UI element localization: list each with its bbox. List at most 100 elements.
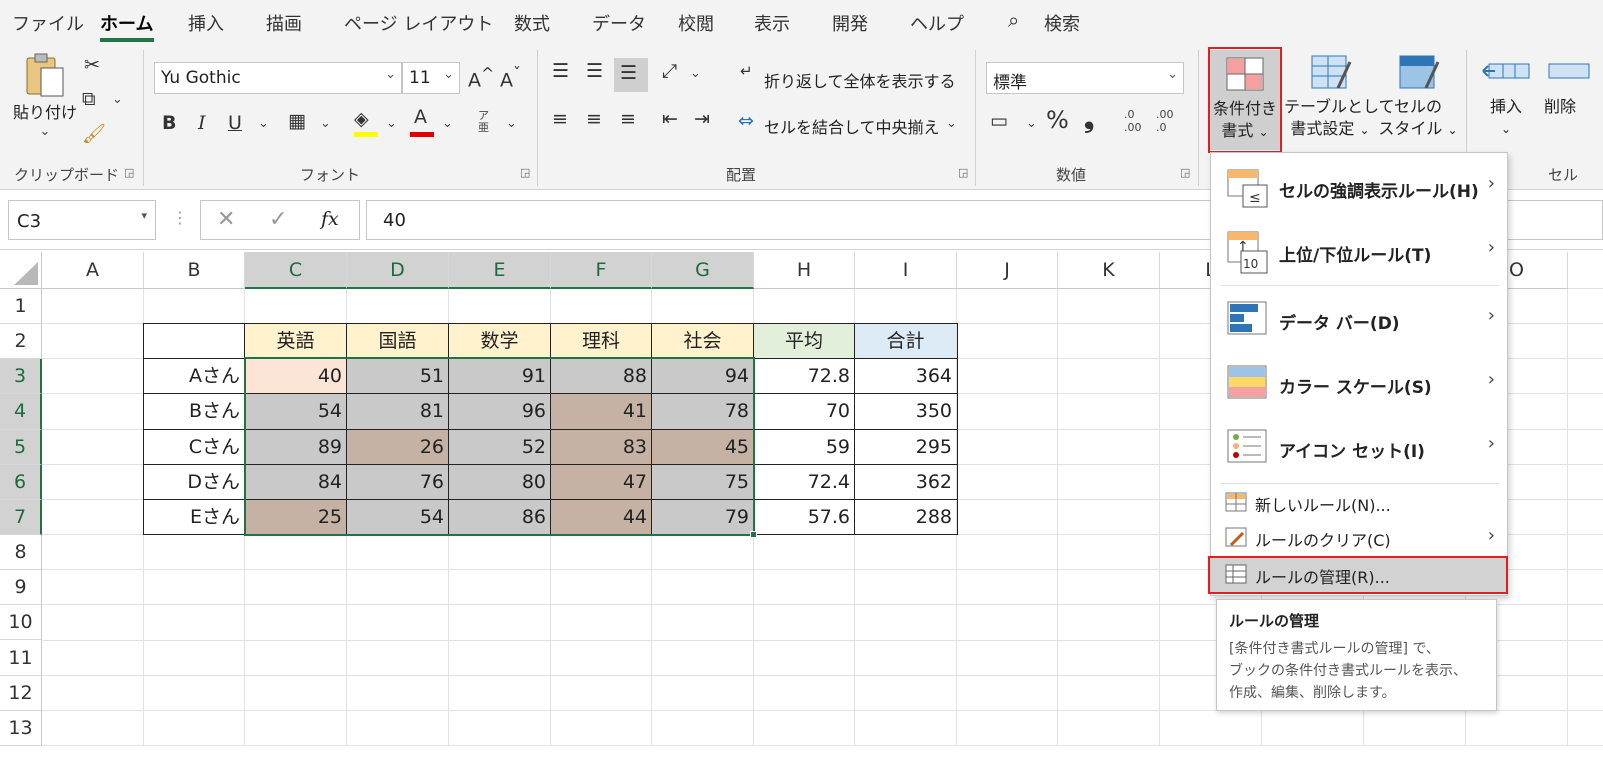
column-header-f[interactable]: F xyxy=(551,252,652,289)
underline-button[interactable]: U xyxy=(228,112,242,134)
chevron-down-icon[interactable]: ⌄ xyxy=(112,92,123,107)
insert-function-icon[interactable]: fx xyxy=(321,208,339,230)
score-cell[interactable]: 80 xyxy=(449,464,550,499)
menu-item-top-bottom[interactable]: 10 ↑ 上位/下位ルール(T) › xyxy=(1211,221,1507,283)
font-color-icon[interactable]: A xyxy=(414,106,427,128)
wrap-text-button[interactable]: 折り返して全体を表示する xyxy=(764,68,956,92)
table-header-cell[interactable]: 社会 xyxy=(652,324,753,359)
average-cell[interactable]: 59 xyxy=(754,430,854,464)
row-name-cell[interactable]: Eさん xyxy=(144,500,244,534)
decrease-indent-icon[interactable]: ⇤ xyxy=(662,108,678,130)
orientation-icon[interactable]: ⤢ xyxy=(662,60,677,82)
score-cell[interactable]: 44 xyxy=(551,499,651,535)
tab-data[interactable]: データ xyxy=(592,10,646,36)
column-header-i[interactable]: I xyxy=(855,252,957,289)
align-left-icon[interactable]: ≡ xyxy=(552,108,568,130)
tab-review[interactable]: 校閲 xyxy=(678,10,714,36)
score-cell[interactable]: 45 xyxy=(652,429,753,464)
align-bottom-button[interactable]: ☰ xyxy=(614,58,648,92)
tab-view[interactable]: 表示 xyxy=(754,10,790,36)
row-header-2[interactable]: 2 xyxy=(0,324,42,360)
select-all-button[interactable] xyxy=(0,252,42,289)
chevron-down-icon[interactable]: ⌄ xyxy=(1026,116,1037,131)
column-header-b[interactable]: B xyxy=(144,252,245,289)
fill-color-icon[interactable]: ◈ xyxy=(354,108,369,130)
dialog-launcher-icon[interactable]: ◲ xyxy=(1180,166,1190,179)
copy-icon[interactable]: ⧉ xyxy=(82,88,96,110)
italic-button[interactable]: I xyxy=(198,112,206,134)
align-middle-icon[interactable]: ☰ xyxy=(586,60,603,82)
decrease-decimal-button[interactable]: .00 .0 xyxy=(1156,108,1174,134)
column-header-k[interactable]: K xyxy=(1058,252,1160,289)
row-header-9[interactable]: 9 xyxy=(0,570,42,606)
table-header-cell[interactable]: 合計 xyxy=(855,324,956,359)
phonetic-button[interactable]: ア亜 xyxy=(478,110,492,134)
dialog-launcher-icon[interactable]: ◲ xyxy=(958,166,968,179)
menu-item-color-scales[interactable]: カラー スケール(S) › xyxy=(1211,353,1507,415)
delete-cells-button[interactable]: 削除 xyxy=(1540,54,1600,118)
insert-cells-button[interactable]: 挿入 ⌄ xyxy=(1478,54,1534,140)
score-cell[interactable]: 75 xyxy=(652,464,753,499)
column-header-c[interactable]: C xyxy=(245,252,347,289)
table-header-cell[interactable]: 数学 xyxy=(449,324,550,359)
cancel-icon[interactable]: ✕ xyxy=(217,207,235,232)
table-header-cell[interactable]: 国語 xyxy=(347,324,448,359)
dialog-launcher-icon[interactable]: ◲ xyxy=(124,166,134,179)
column-header-g[interactable]: G xyxy=(652,252,754,289)
tab-developer[interactable]: 開発 xyxy=(832,10,868,36)
format-painter-icon[interactable]: 🖌 xyxy=(82,122,106,145)
row-header-5[interactable]: 5 xyxy=(0,429,42,465)
row-header-11[interactable]: 11 xyxy=(0,640,42,676)
search-icon[interactable]: ⌕ xyxy=(1008,8,1019,32)
table-header-cell[interactable]: 平均 xyxy=(754,324,854,359)
fill-handle[interactable] xyxy=(750,531,757,539)
percent-button[interactable]: % xyxy=(1046,106,1069,134)
row-name-cell[interactable]: Bさん xyxy=(144,394,244,428)
enter-icon[interactable]: ✓ xyxy=(269,207,287,232)
score-cell[interactable]: 88 xyxy=(551,359,651,394)
paste-button[interactable]: 貼り付け ⌄ xyxy=(10,52,80,139)
menu-item-clear-rules[interactable]: ルールのクリア(C) › xyxy=(1211,521,1507,555)
menu-item-icon-sets[interactable]: アイコン セット(I) › xyxy=(1211,417,1507,479)
row-header-1[interactable]: 1 xyxy=(0,289,42,325)
score-cell[interactable]: 26 xyxy=(347,429,448,464)
score-cell[interactable]: 91 xyxy=(449,359,550,394)
menu-item-data-bars[interactable]: データ バー(D) › xyxy=(1211,289,1507,351)
total-cell[interactable]: 364 xyxy=(855,359,956,393)
currency-icon[interactable]: ▭ xyxy=(990,110,1008,132)
average-cell[interactable]: 57.6 xyxy=(754,500,854,534)
cell-styles-button[interactable]: セルの スタイル ⌄ xyxy=(1378,54,1458,141)
score-cell[interactable]: 25 xyxy=(245,499,346,535)
font-name-select[interactable]: Yu Gothic ⌄ xyxy=(154,62,402,94)
increase-indent-icon[interactable]: ⇥ xyxy=(694,108,710,130)
chevron-down-icon[interactable]: ⌄ xyxy=(320,116,331,131)
shrink-font-button[interactable]: Aˇ xyxy=(500,64,521,91)
row-name-cell[interactable]: Cさん xyxy=(144,430,244,464)
score-cell[interactable]: 54 xyxy=(245,394,346,429)
score-cell[interactable]: 84 xyxy=(245,464,346,499)
total-cell[interactable]: 362 xyxy=(855,465,956,499)
align-top-icon[interactable]: ☰ xyxy=(552,60,569,82)
score-cell[interactable]: 51 xyxy=(347,359,448,394)
chevron-down-icon[interactable]: ⌄ xyxy=(386,116,397,131)
column-header-a[interactable]: A xyxy=(42,252,144,289)
score-cell[interactable]: 96 xyxy=(449,394,550,429)
tab-page-layout[interactable]: ページ レイアウト xyxy=(344,10,493,36)
row-header-6[interactable]: 6 xyxy=(0,464,42,500)
score-cell[interactable]: 78 xyxy=(652,394,753,429)
total-cell[interactable]: 350 xyxy=(855,394,956,428)
dialog-launcher-icon[interactable]: ◲ xyxy=(520,166,530,179)
score-cell[interactable]: 52 xyxy=(449,429,550,464)
score-cell[interactable]: 54 xyxy=(347,499,448,535)
row-header-10[interactable]: 10 xyxy=(0,605,42,641)
column-header-d[interactable]: D xyxy=(347,252,449,289)
borders-icon[interactable]: ▦ xyxy=(288,110,306,132)
table-corner-cell[interactable] xyxy=(144,324,244,358)
row-header-12[interactable]: 12 xyxy=(0,675,42,711)
chevron-down-icon[interactable]: ⌄ xyxy=(946,116,957,131)
bold-button[interactable]: B xyxy=(162,112,176,134)
chevron-down-icon[interactable]: ⌄ xyxy=(442,116,453,131)
score-cell[interactable]: 41 xyxy=(551,394,651,429)
number-format-select[interactable]: 標準 ⌄ xyxy=(986,62,1184,94)
table-header-cell[interactable]: 理科 xyxy=(551,324,651,359)
